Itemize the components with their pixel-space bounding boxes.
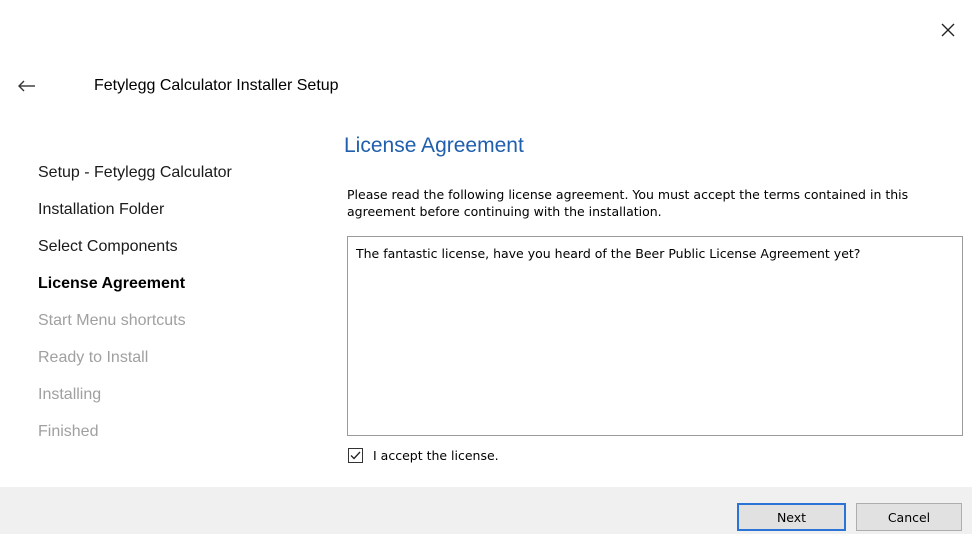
steps-sidebar: Setup - Fetylegg Calculator Installation… <box>38 158 298 454</box>
close-button[interactable] <box>934 16 962 44</box>
step-ready-to-install: Ready to Install <box>38 349 149 366</box>
close-icon <box>941 23 955 37</box>
accept-license-checkbox[interactable] <box>348 448 363 463</box>
accept-license-checkbox-row[interactable]: I accept the license. <box>348 448 499 463</box>
window-title: Fetylegg Calculator Installer Setup <box>94 77 339 94</box>
accept-license-label: I accept the license. <box>373 448 499 463</box>
page-heading: License Agreement <box>344 134 524 157</box>
installer-window: Fetylegg Calculator Installer Setup Setu… <box>0 0 972 534</box>
step-select-components: Select Components <box>38 238 178 255</box>
cancel-button[interactable]: Cancel <box>856 503 962 531</box>
back-arrow-icon <box>18 80 35 92</box>
step-finished: Finished <box>38 423 99 440</box>
license-text-box[interactable]: The fantastic license, have you heard of… <box>347 236 963 436</box>
checkmark-icon <box>350 451 361 460</box>
step-installation-folder: Installation Folder <box>38 201 165 218</box>
step-license-agreement: License Agreement <box>38 275 186 292</box>
license-description: Please read the following license agreem… <box>347 187 909 219</box>
next-button[interactable]: Next <box>737 503 846 531</box>
back-button[interactable] <box>12 74 42 98</box>
step-start-menu-shortcuts: Start Menu shortcuts <box>38 312 186 329</box>
step-installing: Installing <box>38 386 102 403</box>
step-setup: Setup - Fetylegg Calculator <box>38 164 232 181</box>
